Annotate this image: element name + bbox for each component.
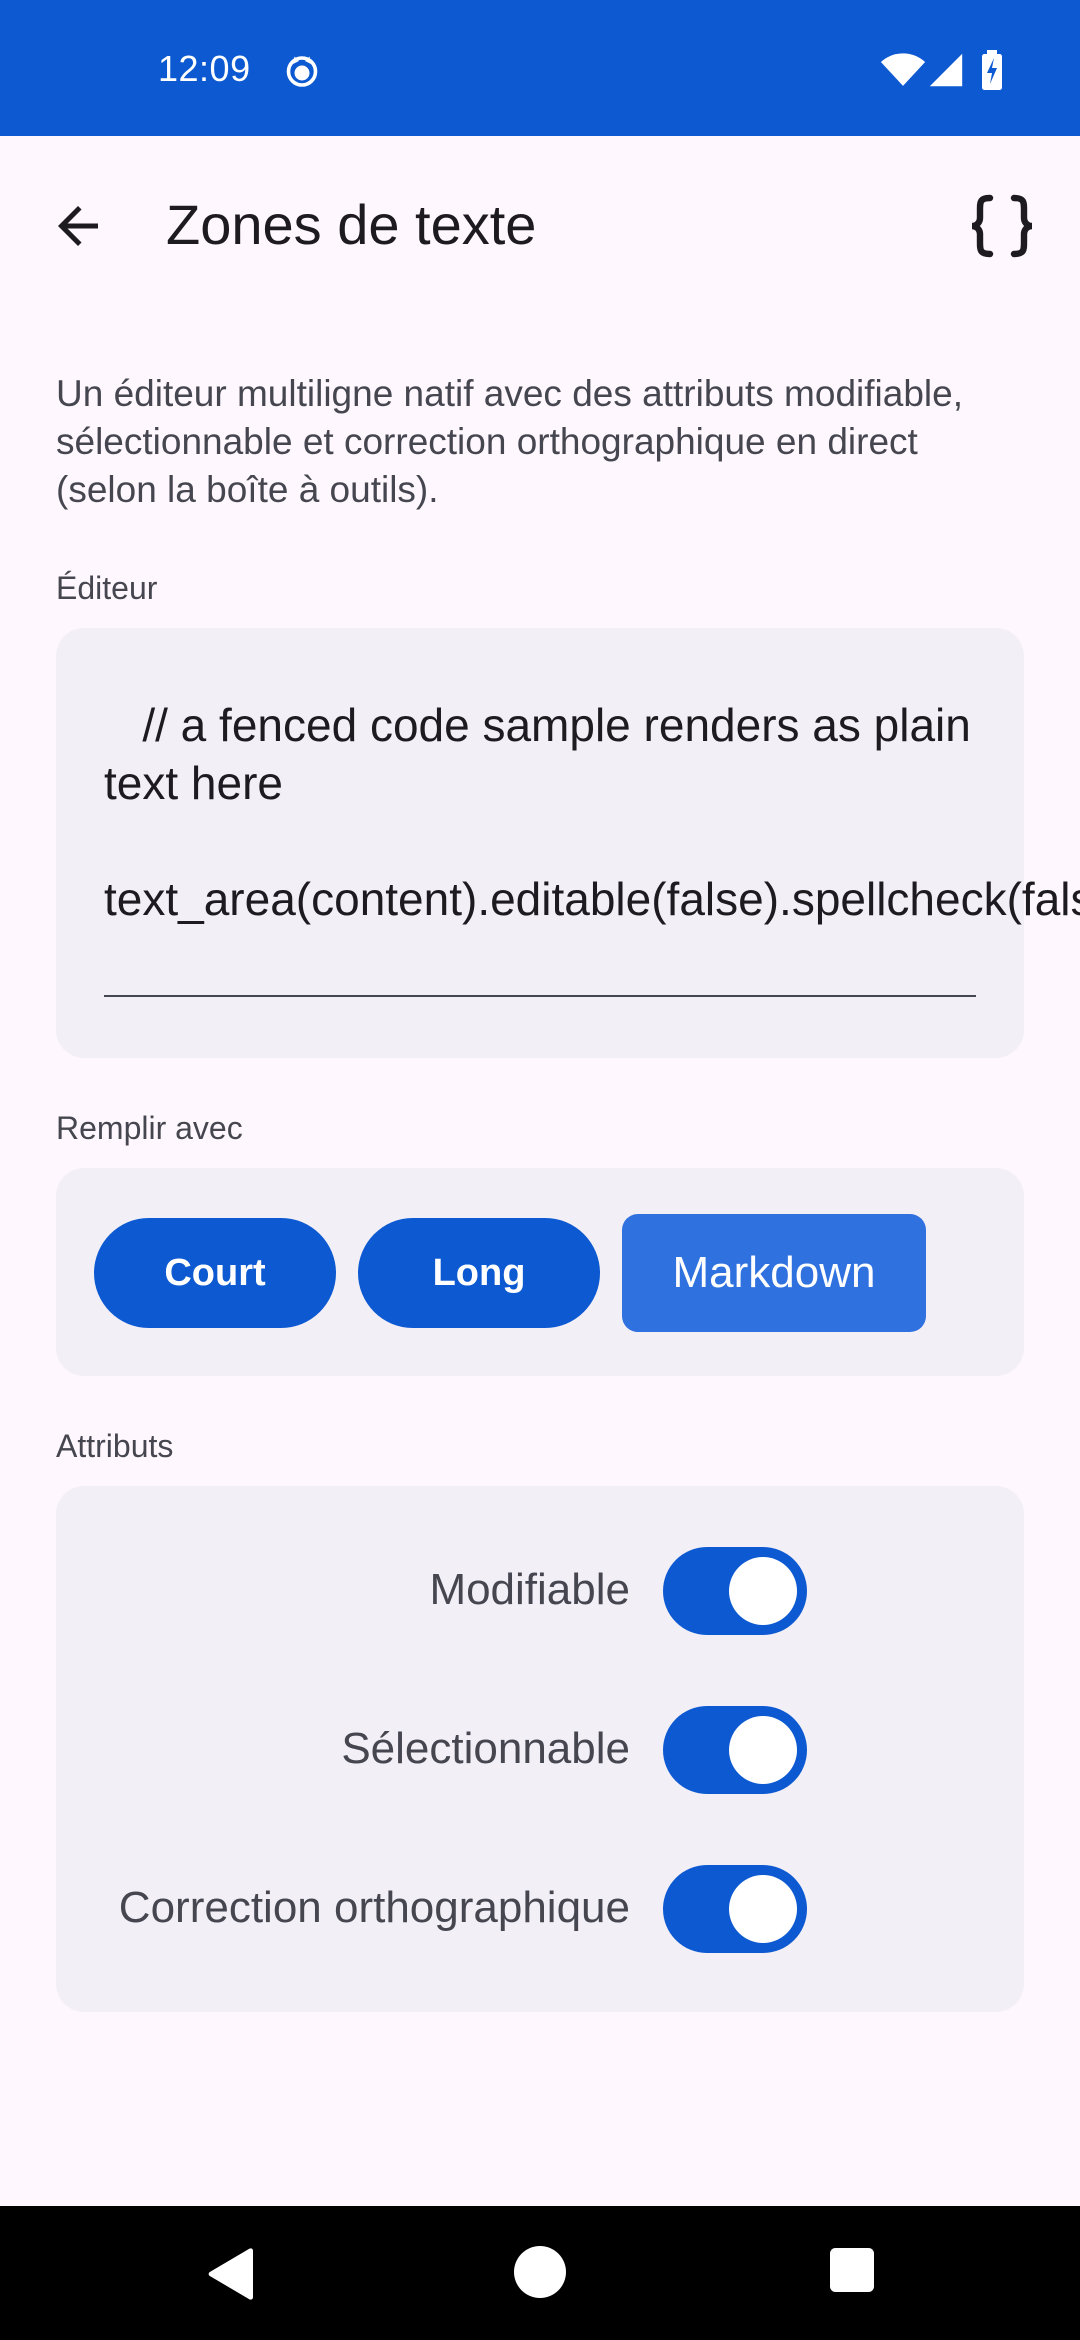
selectable-switch[interactable]	[663, 1706, 807, 1794]
app-bar: Zones de texte	[0, 136, 1080, 316]
fill-court-button[interactable]: Court	[94, 1218, 336, 1328]
switch-knob	[729, 1875, 797, 1943]
code-braces-icon[interactable]	[962, 186, 1042, 266]
status-bar: 12:09	[0, 0, 1080, 136]
attr-spellcheck-label: Correction orthographique	[118, 1883, 630, 1932]
editor-section-label: Éditeur	[56, 570, 158, 606]
nav-home-icon[interactable]	[514, 2246, 566, 2298]
fill-long-button[interactable]: Long	[358, 1218, 600, 1328]
editor-textarea[interactable]: // a fenced code sample renders as plain…	[104, 696, 1080, 928]
nav-back-icon[interactable]	[204, 2246, 260, 2302]
system-navigation-bar	[0, 2206, 1080, 2340]
editor-underline	[104, 995, 976, 997]
page-title: Zones de texte	[166, 193, 537, 256]
switch-knob	[729, 1716, 797, 1784]
modifiable-switch[interactable]	[663, 1547, 807, 1635]
fill-markdown-button[interactable]: Markdown	[622, 1214, 926, 1332]
nav-recents-icon[interactable]	[830, 2248, 874, 2292]
attr-selectable-label: Sélectionnable	[341, 1724, 630, 1773]
attributes-section-label: Attributs	[56, 1428, 174, 1464]
cat-notification-icon	[286, 56, 318, 87]
switch-knob	[729, 1557, 797, 1625]
battery-charging-icon	[982, 50, 1002, 90]
wifi-icon	[880, 53, 926, 86]
spellcheck-switch[interactable]	[663, 1865, 807, 1953]
arrow-back-icon[interactable]	[48, 196, 108, 256]
fill-section-label: Remplir avec	[56, 1110, 243, 1146]
attr-modifiable-label: Modifiable	[429, 1565, 630, 1614]
description-text: Un éditeur multiligne natif avec des att…	[56, 373, 963, 510]
status-time: 12:09	[158, 48, 251, 89]
signal-icon	[929, 53, 963, 87]
